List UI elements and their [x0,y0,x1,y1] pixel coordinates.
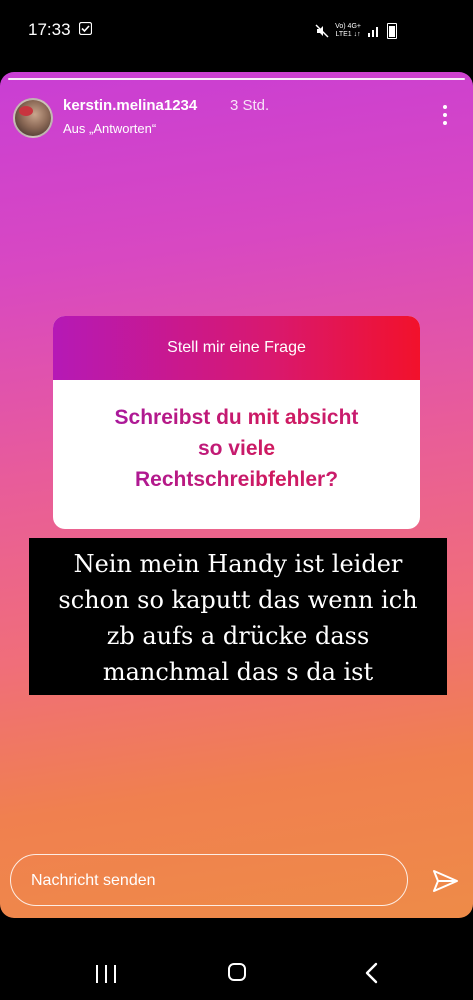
answer-line: manchmal das s da ist [102,658,374,686]
status-time: 17:33 [28,20,71,39]
recent-apps-icon[interactable] [96,965,116,983]
battery-icon [387,23,397,39]
reply-field-wrapper[interactable] [10,854,408,907]
answer-text-box: Nein mein Handy ist leider schon so kapu… [29,538,447,695]
question-sticker: Stell mir eine Frage Schreibst du mit ab… [53,316,420,529]
network-indicator: Vo) 4G+ LTE1 ↓↑ [335,23,361,38]
signal-icon [368,27,378,37]
username[interactable]: kerstin.melina1234 [63,97,197,114]
answer-line: zb aufs a drücke dass [106,622,370,650]
question-sticker-header: Stell mir eine Frage [53,316,420,380]
system-icons: Vo) 4G+ LTE1 ↓↑ [315,20,397,42]
answer-line: schon so kaputt das wenn ich [58,586,418,614]
send-icon[interactable] [430,866,460,896]
back-chevron-icon[interactable] [362,962,382,984]
mute-icon [315,24,329,38]
story-progress-bar [8,78,465,80]
story-view[interactable]: kerstin.melina1234 3 Std. Aus „Antworten… [0,72,473,918]
message-input[interactable] [29,855,393,907]
android-nav-bar [0,918,473,1000]
post-time: 3 Std. [230,97,270,114]
home-icon[interactable] [228,963,246,981]
avatar[interactable] [13,98,53,138]
status-bar: 17:33 Vo) 4G+ LTE1 ↓↑ [0,0,473,62]
answer-line: Nein mein Handy ist leider [73,550,403,578]
more-options-icon[interactable] [435,102,455,128]
story-source[interactable]: Aus „Antworten“ [63,121,156,136]
notification-icon [79,22,92,35]
question-text: Schreibst du mit absicht so viele Rechts… [53,402,420,495]
